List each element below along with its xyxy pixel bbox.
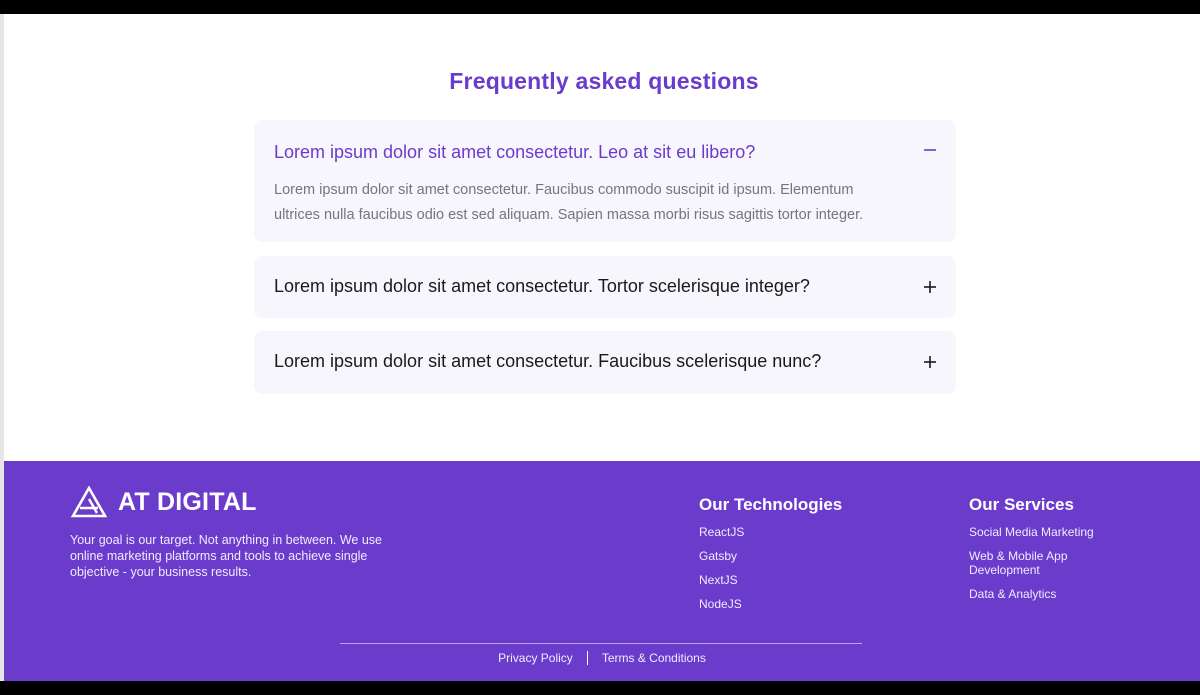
minus-icon[interactable] bbox=[922, 142, 938, 158]
brand-logo[interactable]: AT DIGITAL bbox=[70, 485, 257, 519]
faq-item-3[interactable]: Lorem ipsum dolor sit amet consectetur. … bbox=[254, 331, 956, 394]
legal-separator bbox=[586, 651, 588, 665]
faq-item-2[interactable]: Lorem ipsum dolor sit amet consectetur. … bbox=[254, 256, 956, 318]
technologies-list: ReactJS Gatsby NextJS NodeJS bbox=[699, 525, 744, 621]
tech-link-gatsby[interactable]: Gatsby bbox=[699, 549, 744, 563]
brand-name: AT DIGITAL bbox=[118, 487, 257, 516]
services-list: Social Media Marketing Web & Mobile App … bbox=[969, 525, 1119, 611]
service-link-data-analytics[interactable]: Data & Analytics bbox=[969, 587, 1119, 601]
tech-link-reactjs[interactable]: ReactJS bbox=[699, 525, 744, 539]
technologies-heading: Our Technologies bbox=[699, 495, 843, 514]
service-link-web-mobile[interactable]: Web & Mobile App Development bbox=[969, 549, 1119, 577]
plus-icon[interactable] bbox=[922, 354, 938, 370]
plus-icon[interactable] bbox=[922, 279, 938, 295]
footer-divider bbox=[340, 643, 862, 644]
faq-question-3[interactable]: Lorem ipsum dolor sit amet consectetur. … bbox=[274, 351, 821, 372]
faq-question-2[interactable]: Lorem ipsum dolor sit amet consectetur. … bbox=[274, 276, 810, 297]
legal-links: Privacy Policy Terms & Conditions bbox=[4, 651, 1200, 665]
tech-link-nodejs[interactable]: NodeJS bbox=[699, 597, 744, 611]
site-footer: AT DIGITAL Your goal is our target. Not … bbox=[4, 461, 1200, 681]
tech-link-nextjs[interactable]: NextJS bbox=[699, 573, 744, 587]
footer-tagline: Your goal is our target. Not anything in… bbox=[70, 533, 382, 579]
faq-item-1[interactable]: Lorem ipsum dolor sit amet consectetur. … bbox=[254, 120, 956, 242]
faq-title: Frequently asked questions bbox=[449, 68, 759, 94]
faq-answer-1: Lorem ipsum dolor sit amet consectetur. … bbox=[274, 178, 934, 228]
faq-answer-1-line-2: ultrices nulla faucibus odio est sed ali… bbox=[274, 207, 864, 223]
page-frame: Frequently asked questions Lorem ipsum d… bbox=[0, 14, 1200, 681]
faq-answer-1-line-1: Lorem ipsum dolor sit amet consectetur. … bbox=[274, 182, 854, 198]
logo-mark-icon bbox=[70, 486, 108, 518]
privacy-policy-link[interactable]: Privacy Policy bbox=[498, 651, 573, 665]
services-heading: Our Services bbox=[969, 495, 1074, 514]
faq-question-1[interactable]: Lorem ipsum dolor sit amet consectetur. … bbox=[274, 142, 755, 163]
terms-conditions-link[interactable]: Terms & Conditions bbox=[602, 651, 706, 665]
service-link-social-media[interactable]: Social Media Marketing bbox=[969, 525, 1119, 539]
